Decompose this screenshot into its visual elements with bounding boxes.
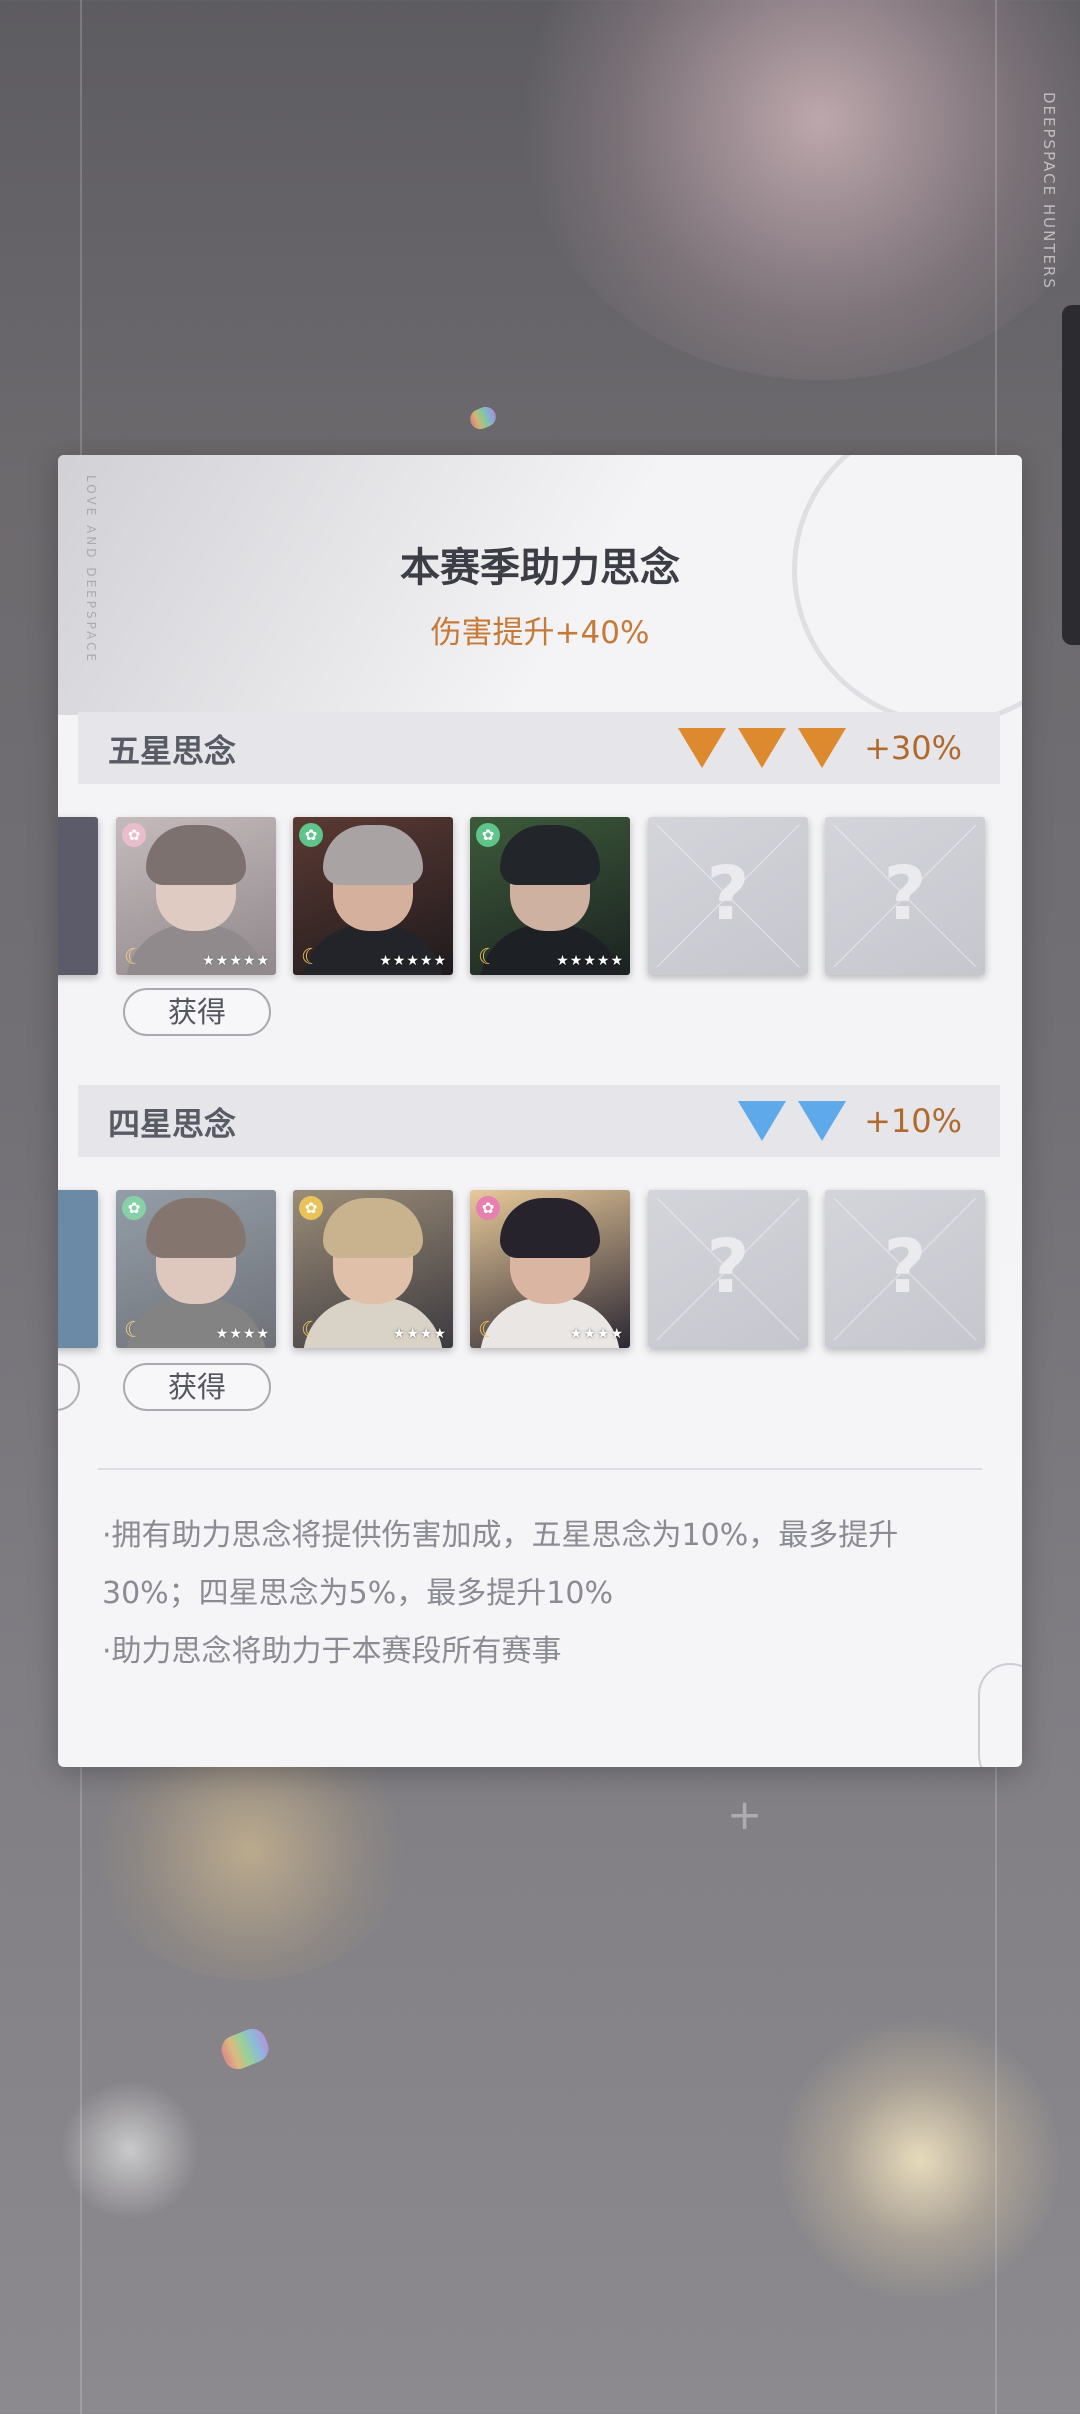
gem-icon: ✿ — [299, 1196, 323, 1220]
star-rating: ★★★★★ — [202, 953, 270, 969]
four-star-cards: ✿ ☾ ★★★★ ✿ ☾ ★★★★ ✿ ☾ ★★★★ ? ? — [58, 1190, 1000, 1350]
question-mark-icon: ? — [706, 1224, 750, 1310]
gold-triangle-icon — [738, 728, 787, 768]
gem-icon: ✿ — [122, 823, 146, 847]
locked-card[interactable]: ? — [648, 817, 808, 975]
gem-icon: ✿ — [122, 1196, 146, 1220]
four-star-header: 四星思念 +10% — [78, 1085, 1000, 1157]
four-star-label: 四星思念 — [108, 1105, 237, 1143]
locked-card[interactable]: ? — [825, 1190, 985, 1348]
moon-icon: ☾ — [301, 945, 321, 970]
four-star-badges: +10% — [738, 1097, 962, 1145]
get-button-partial[interactable] — [58, 1363, 80, 1411]
memory-card[interactable]: ✿ ☾ ★★★★★ — [293, 817, 453, 975]
divider — [98, 1468, 982, 1470]
background-glow — [780, 2020, 1060, 2300]
memory-card[interactable]: ✿ ☾ ★★★★ — [470, 1190, 630, 1348]
blue-triangle-icon — [798, 1101, 847, 1141]
five-star-cards: ✿ ☾ ★★★★★ ✿ ☾ ★★★★★ ✿ ☾ ★★★★★ ? ? — [58, 817, 1000, 977]
moon-icon: ☾ — [124, 1318, 144, 1343]
moon-icon: ☾ — [124, 945, 144, 970]
light-flare — [217, 2024, 273, 2074]
background-vertical-text: DEEPSPACE HUNTERS — [1040, 92, 1058, 290]
gem-icon: ✿ — [476, 823, 500, 847]
question-mark-icon: ? — [883, 1224, 927, 1310]
light-flare — [467, 403, 499, 433]
dialog-title: 本赛季助力思念 — [400, 544, 680, 591]
moon-icon: ☾ — [478, 945, 498, 970]
star-rating: ★★★★ — [569, 1326, 624, 1342]
four-star-bonus: +10% — [864, 1102, 962, 1140]
get-five-star-button[interactable]: 获得 — [123, 988, 271, 1036]
question-mark-icon: ? — [706, 851, 750, 937]
memory-card[interactable]: ✿ ☾ ★★★★ — [116, 1190, 276, 1348]
locked-card[interactable]: ? — [825, 817, 985, 975]
corner-arc-decor — [978, 1663, 1022, 1767]
star-rating: ★★★★★ — [556, 953, 624, 969]
star-rating: ★★★★★ — [379, 953, 447, 969]
get-four-star-button[interactable]: 获得 — [123, 1363, 271, 1411]
memory-card[interactable]: ✿ ☾ ★★★★ — [293, 1190, 453, 1348]
side-panel-handle[interactable] — [1062, 305, 1080, 645]
boost-dialog: LOVE AND DEEPSPACE 本赛季助力思念 伤害提升+40% 五星思念… — [58, 455, 1022, 1767]
gold-triangle-icon — [678, 728, 727, 768]
memory-card-partial[interactable] — [58, 817, 98, 975]
question-mark-icon: ? — [883, 851, 927, 937]
locked-card[interactable]: ? — [648, 1190, 808, 1348]
five-star-label: 五星思念 — [108, 732, 237, 770]
star-rating: ★★★★ — [392, 1326, 447, 1342]
gold-triangle-icon — [798, 728, 847, 768]
gem-icon: ✿ — [299, 823, 323, 847]
moon-icon: ☾ — [478, 1318, 498, 1343]
blue-triangle-icon — [738, 1101, 787, 1141]
memory-card[interactable]: ✿ ☾ ★★★★★ — [116, 817, 276, 975]
memory-card-partial[interactable] — [58, 1190, 98, 1348]
five-star-badges: +30% — [678, 724, 962, 772]
note-damage-bonus: ·拥有助力思念将提供伤害加成，五星思念为10%，最多提升30%；四星思念为5%，… — [102, 1518, 899, 1611]
total-bonus: 伤害提升+40% — [430, 615, 650, 651]
star-rating: ★★★★ — [215, 1326, 270, 1342]
memory-card[interactable]: ✿ ☾ ★★★★★ — [470, 817, 630, 975]
note-boost-scope: ·助力思念将助力于本赛段所有赛事 — [102, 1634, 562, 1669]
five-star-bonus: +30% — [864, 729, 962, 767]
moon-icon: ☾ — [301, 1318, 321, 1343]
plus-icon: + — [727, 1790, 763, 1839]
five-star-header: 五星思念 +30% — [78, 712, 1000, 784]
gem-icon: ✿ — [476, 1196, 500, 1220]
